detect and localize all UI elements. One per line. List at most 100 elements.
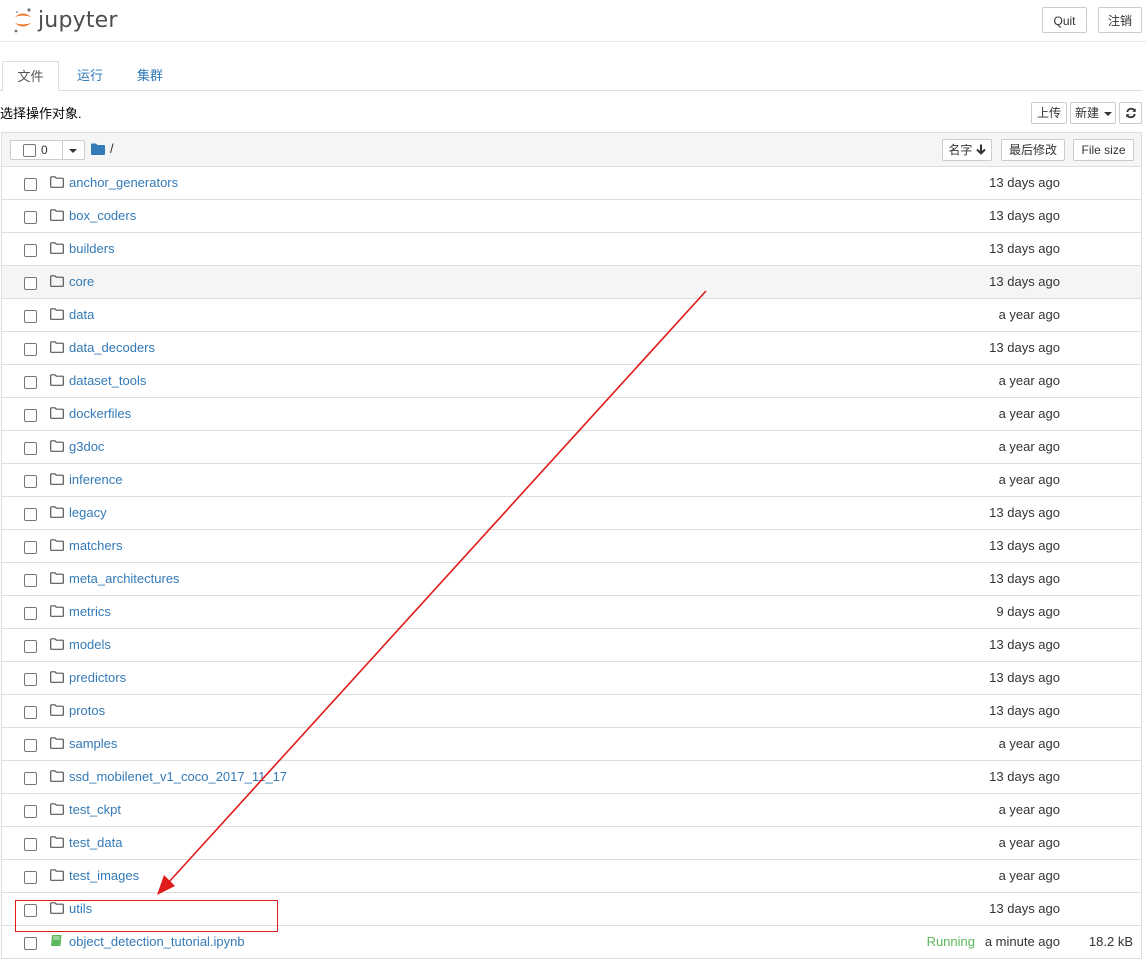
- upload-button[interactable]: 上传: [1031, 102, 1067, 124]
- item-checkbox[interactable]: [24, 640, 37, 653]
- list-item[interactable]: inference a year ago: [2, 464, 1141, 497]
- item-checkbox[interactable]: [24, 508, 37, 521]
- list-item[interactable]: models 13 days ago: [2, 629, 1141, 662]
- list-item[interactable]: ssd_mobilenet_v1_coco_2017_11_17 13 days …: [2, 761, 1141, 794]
- list-item[interactable]: data_decoders 13 days ago: [2, 332, 1141, 365]
- quit-button[interactable]: Quit: [1042, 7, 1087, 33]
- item-checkbox[interactable]: [24, 343, 37, 356]
- list-item[interactable]: predictors 13 days ago: [2, 662, 1141, 695]
- list-item[interactable]: dataset_tools a year ago: [2, 365, 1141, 398]
- list-item[interactable]: core 13 days ago: [2, 266, 1141, 299]
- item-modified: a year ago: [998, 439, 1060, 454]
- tab-files[interactable]: 文件: [2, 61, 59, 91]
- item-name-link[interactable]: predictors: [69, 670, 126, 685]
- tab-clusters[interactable]: 集群: [126, 61, 174, 91]
- item-checkbox[interactable]: [24, 442, 37, 455]
- tab-running[interactable]: 运行: [66, 61, 114, 91]
- list-item[interactable]: legacy 13 days ago: [2, 497, 1141, 530]
- select-dropdown-icon[interactable]: [69, 149, 77, 153]
- folder-icon: [50, 704, 64, 719]
- logout-button[interactable]: 注销: [1098, 7, 1142, 33]
- item-name-link[interactable]: matchers: [69, 538, 122, 553]
- item-checkbox[interactable]: [24, 838, 37, 851]
- item-checkbox[interactable]: [24, 739, 37, 752]
- select-divider: [62, 141, 63, 159]
- item-modified: 13 days ago: [989, 274, 1060, 289]
- sort-by-size-button[interactable]: File size: [1073, 139, 1134, 161]
- list-item[interactable]: data a year ago: [2, 299, 1141, 332]
- list-item[interactable]: test_data a year ago: [2, 827, 1141, 860]
- item-name-link[interactable]: metrics: [69, 604, 111, 619]
- item-checkbox[interactable]: [24, 772, 37, 785]
- item-size: 18.2 kB: [1088, 934, 1133, 949]
- item-name-link[interactable]: protos: [69, 703, 105, 718]
- caret-down-icon: [1104, 111, 1113, 116]
- item-name-link[interactable]: test_data: [69, 835, 123, 850]
- sort-by-modified-button[interactable]: 最后修改: [1001, 139, 1065, 161]
- item-name-link[interactable]: samples: [69, 736, 117, 751]
- list-header: 0 / 名字 最后修改 File size: [2, 133, 1141, 167]
- item-name-link[interactable]: box_coders: [69, 208, 136, 223]
- folder-icon[interactable]: [91, 143, 105, 155]
- item-name-link[interactable]: data_decoders: [69, 340, 155, 355]
- item-name-link[interactable]: test_ckpt: [69, 802, 121, 817]
- item-modified: 13 days ago: [989, 241, 1060, 256]
- item-name-link[interactable]: data: [69, 307, 94, 322]
- item-checkbox[interactable]: [24, 937, 37, 950]
- select-all-control[interactable]: 0: [10, 140, 85, 160]
- arrow-down-icon: [975, 144, 986, 155]
- list-item[interactable]: protos 13 days ago: [2, 695, 1141, 728]
- item-name-link[interactable]: ssd_mobilenet_v1_coco_2017_11_17: [69, 769, 287, 784]
- item-checkbox[interactable]: [24, 244, 37, 257]
- select-all-checkbox[interactable]: [23, 144, 36, 157]
- item-name-link[interactable]: dockerfiles: [69, 406, 131, 421]
- breadcrumb-root[interactable]: /: [110, 141, 114, 156]
- new-label: 新建: [1075, 106, 1100, 120]
- item-checkbox[interactable]: [24, 376, 37, 389]
- item-name-link[interactable]: inference: [69, 472, 122, 487]
- item-checkbox[interactable]: [24, 574, 37, 587]
- item-checkbox[interactable]: [24, 805, 37, 818]
- item-name-link[interactable]: anchor_generators: [69, 175, 178, 190]
- item-checkbox[interactable]: [24, 673, 37, 686]
- item-checkbox[interactable]: [24, 706, 37, 719]
- item-name-link[interactable]: dataset_tools: [69, 373, 146, 388]
- notebook-icon: [50, 934, 63, 950]
- list-item[interactable]: g3doc a year ago: [2, 431, 1141, 464]
- file-rows: anchor_generators 13 days ago box_coders 13…: [2, 167, 1141, 959]
- folder-icon: [50, 407, 64, 422]
- item-name-link[interactable]: builders: [69, 241, 115, 256]
- list-item[interactable]: test_images a year ago: [2, 860, 1141, 893]
- item-checkbox[interactable]: [24, 607, 37, 620]
- item-modified: a minute ago: [984, 934, 1060, 949]
- new-button[interactable]: 新建: [1070, 102, 1116, 124]
- item-checkbox[interactable]: [24, 475, 37, 488]
- list-item[interactable]: matchers 13 days ago: [2, 530, 1141, 563]
- item-name-link[interactable]: g3doc: [69, 439, 104, 454]
- item-name-link[interactable]: test_images: [69, 868, 139, 883]
- list-item[interactable]: anchor_generators 13 days ago: [2, 167, 1141, 200]
- item-checkbox[interactable]: [24, 409, 37, 422]
- item-name-link[interactable]: object_detection_tutorial.ipynb: [69, 934, 245, 949]
- item-checkbox[interactable]: [24, 211, 37, 224]
- item-checkbox[interactable]: [24, 178, 37, 191]
- list-item[interactable]: builders 13 days ago: [2, 233, 1141, 266]
- list-item[interactable]: test_ckpt a year ago: [2, 794, 1141, 827]
- refresh-button[interactable]: [1119, 102, 1142, 124]
- item-checkbox[interactable]: [24, 277, 37, 290]
- sort-by-name-button[interactable]: 名字: [942, 139, 992, 161]
- list-item[interactable]: dockerfiles a year ago: [2, 398, 1141, 431]
- jupyter-logo[interactable]: jupyter: [12, 6, 118, 34]
- item-name-link[interactable]: models: [69, 637, 111, 652]
- list-item[interactable]: samples a year ago: [2, 728, 1141, 761]
- item-checkbox[interactable]: [24, 871, 37, 884]
- item-checkbox[interactable]: [24, 541, 37, 554]
- item-name-link[interactable]: meta_architectures: [69, 571, 180, 586]
- item-modified: a year ago: [998, 868, 1060, 883]
- list-item[interactable]: box_coders 13 days ago: [2, 200, 1141, 233]
- item-checkbox[interactable]: [24, 310, 37, 323]
- item-name-link[interactable]: core: [69, 274, 94, 289]
- list-item[interactable]: meta_architectures 13 days ago: [2, 563, 1141, 596]
- item-name-link[interactable]: legacy: [69, 505, 107, 520]
- list-item[interactable]: metrics 9 days ago: [2, 596, 1141, 629]
